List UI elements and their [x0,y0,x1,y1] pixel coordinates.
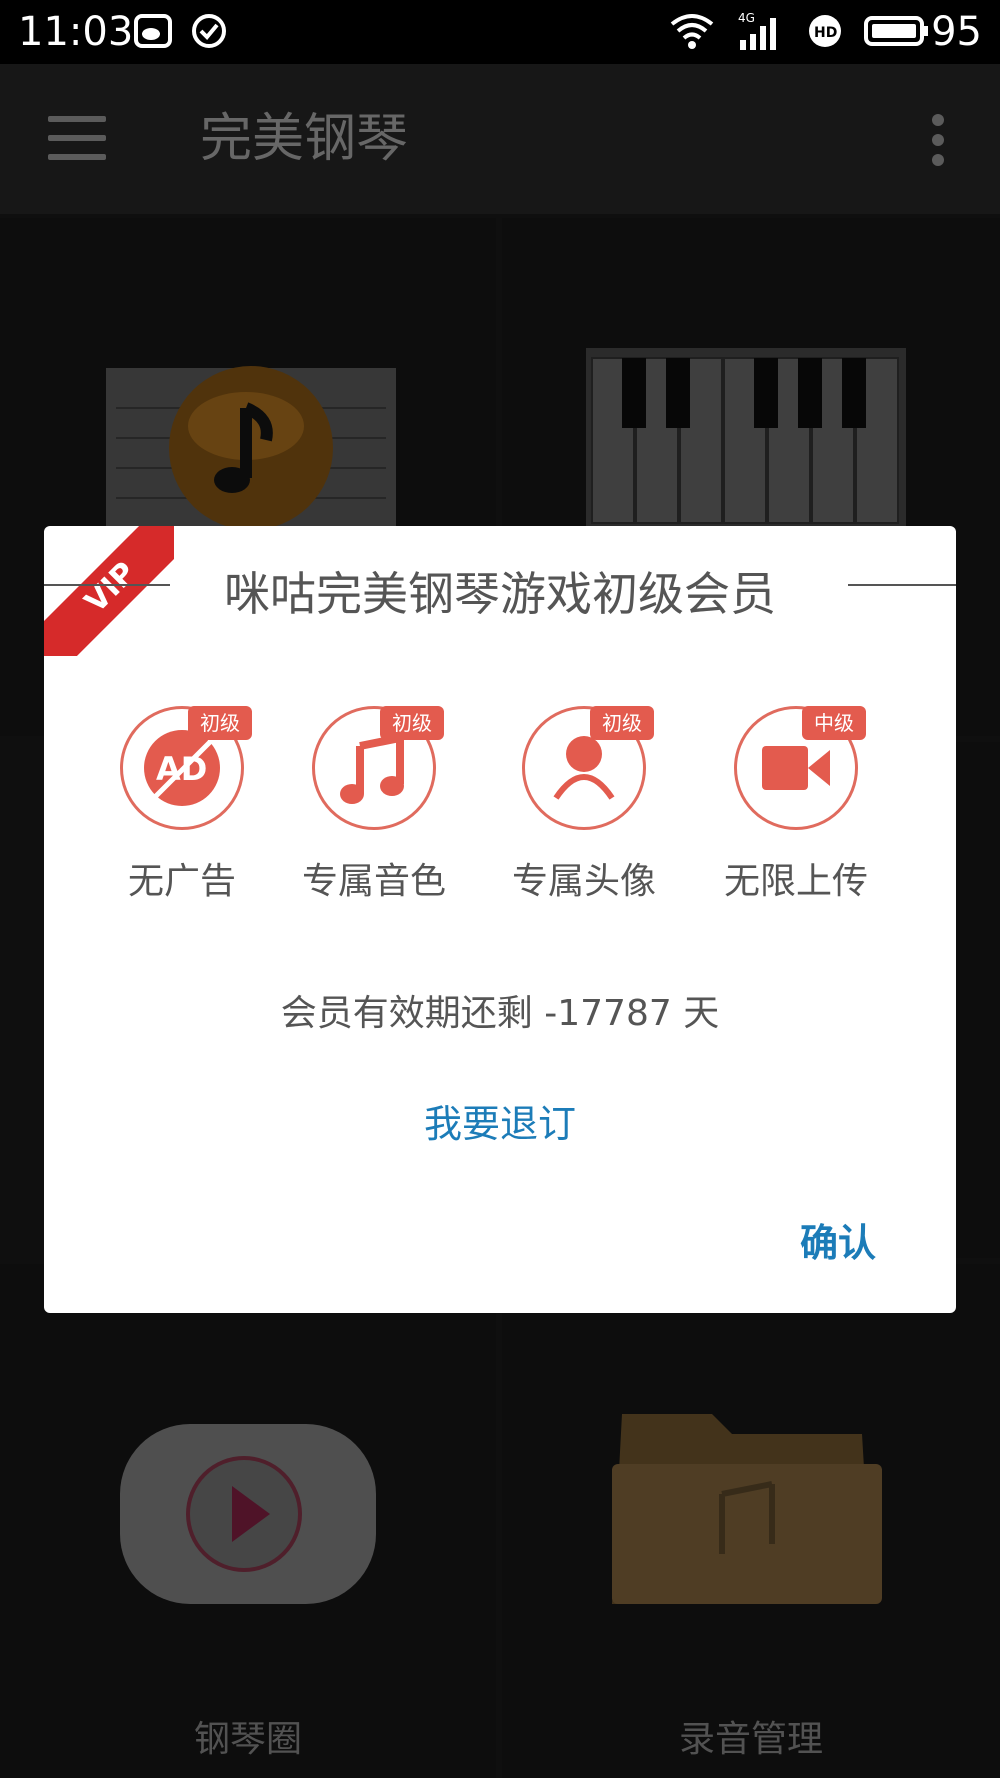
battery-icon [864,16,928,46]
signal-4g-icon: 4G [738,11,776,50]
benefit-label: 专属头像 [511,861,656,902]
membership-validity: 会员有效期还剩 -17787 天 [280,993,720,1034]
unsubscribe-link[interactable]: 我要退订 [44,1093,956,1148]
benefit-badge: 初级 [380,706,444,740]
benefit-badge: 初级 [590,706,654,740]
vip-dialog: VIP 咪咕完美钢琴游戏初级会员 AD 初级 无广告 初级 专属音色 初级 [44,526,956,1313]
benefit-badge: 中级 [802,706,866,740]
dialog-title: 咪咕完美钢琴游戏初级会员 [224,567,776,621]
benefit-label: 无限上传 [723,861,868,902]
svg-text:4G: 4G [738,11,755,25]
benefit-label: 无广告 [127,861,236,902]
benefit-badge: 初级 [188,706,252,740]
confirm-button[interactable]: 确认 [800,1212,876,1267]
status-bar: 11:03 4G HD 95 [0,0,1000,64]
battery-level: 95 [931,9,982,55]
status-time: 11:03 [18,9,134,55]
check-circle-icon [192,14,226,48]
wifi-icon [670,14,714,49]
svg-text:HD: HD [814,25,837,41]
weibo-icon [134,14,172,48]
hd-icon: HD [809,15,841,47]
benefit-label: 专属音色 [301,861,446,902]
